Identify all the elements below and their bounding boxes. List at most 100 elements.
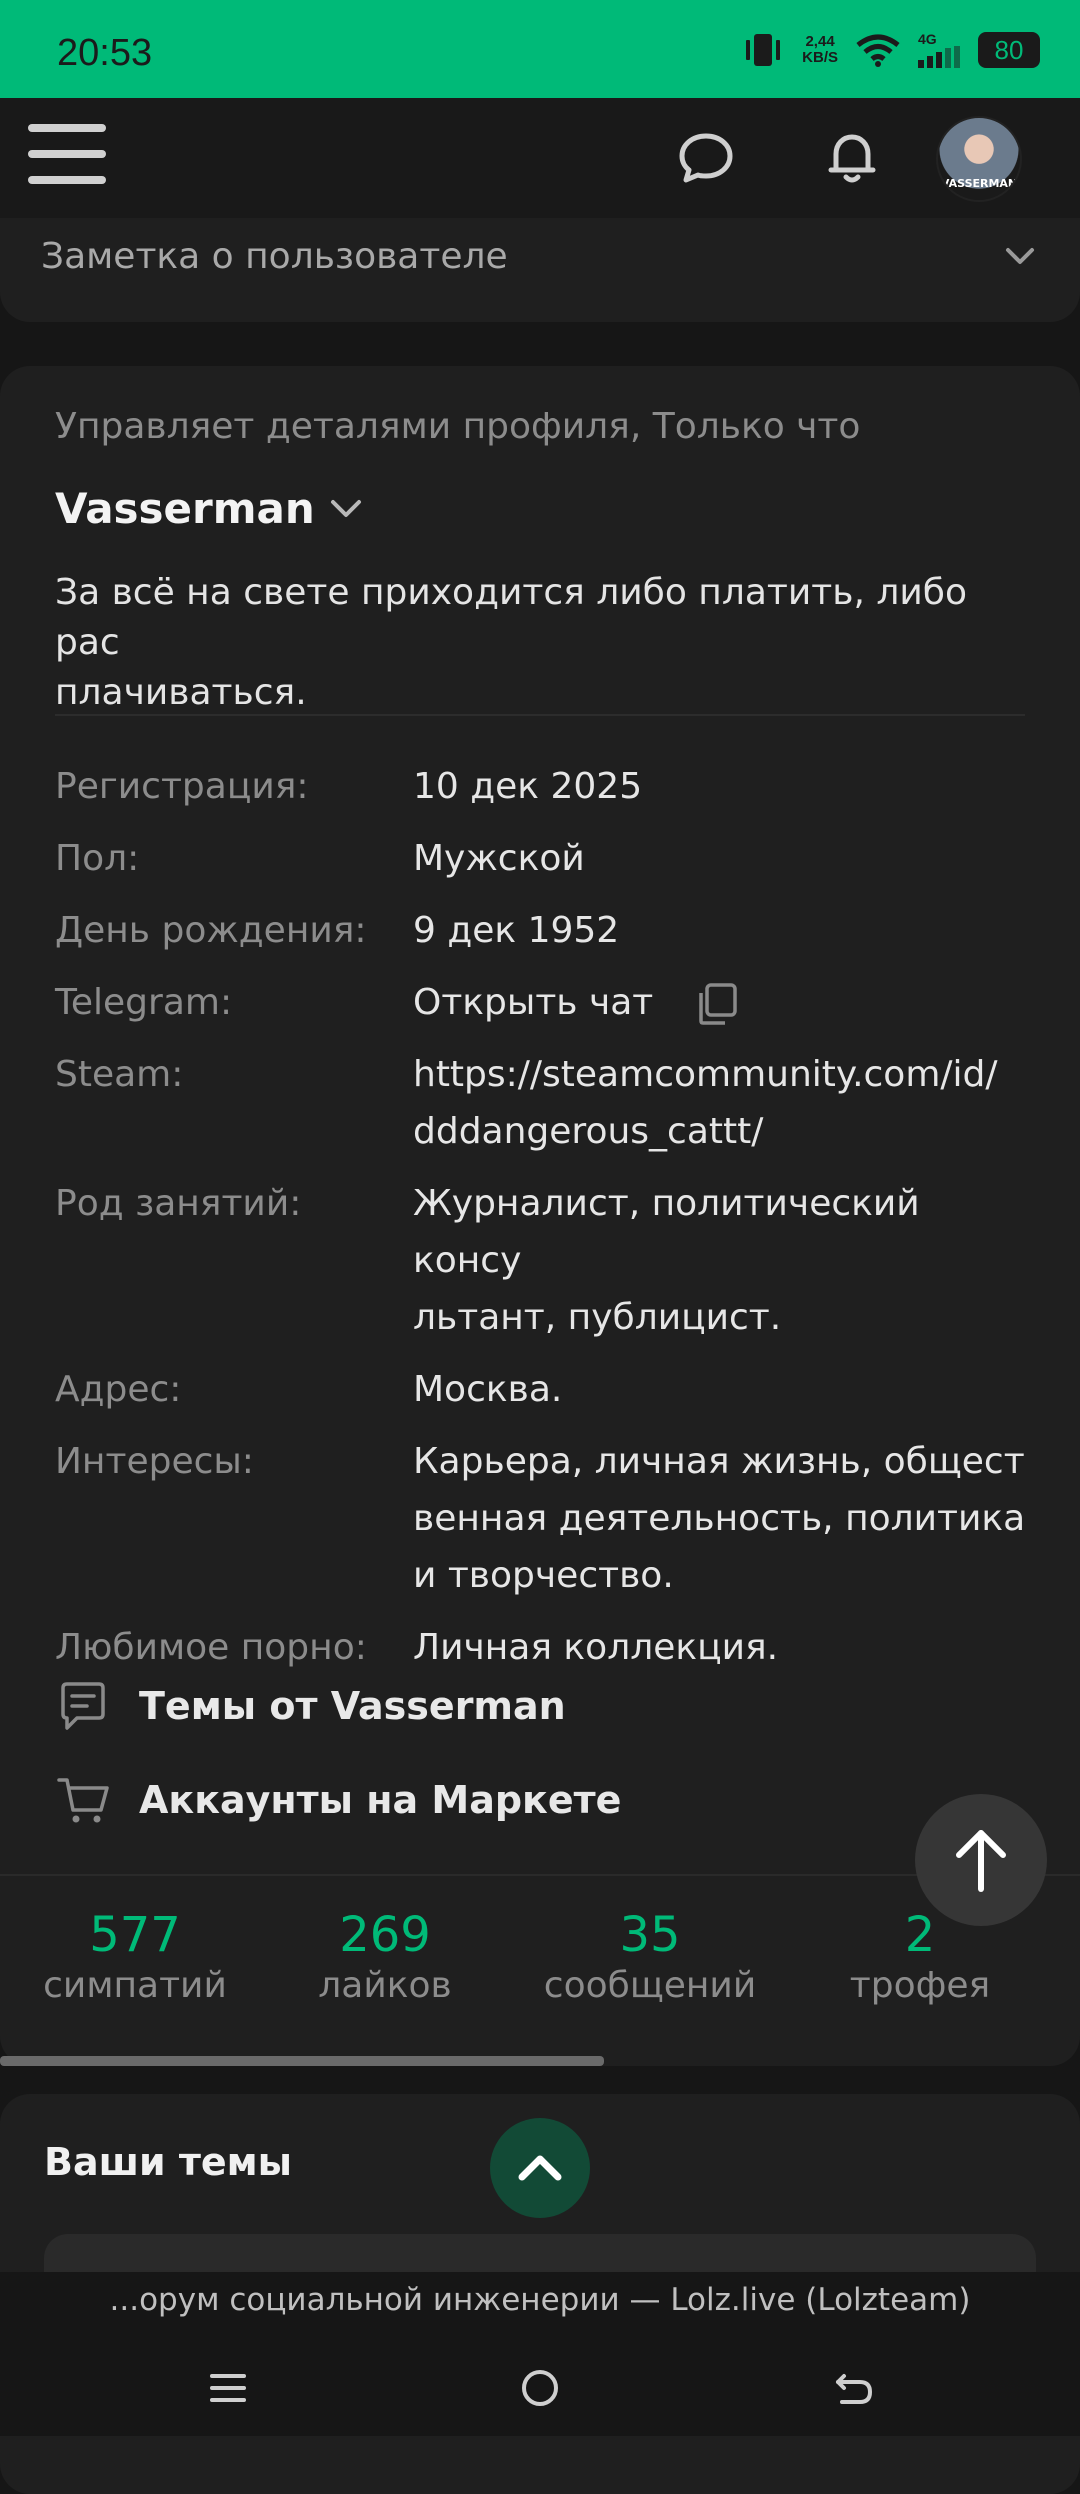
username-dropdown[interactable]: Vasserman bbox=[55, 484, 363, 533]
bottom-system-area: ...орум социальной инженерии — Lolz.live… bbox=[0, 2272, 1080, 2436]
stat-label: сообщений bbox=[543, 1965, 757, 2006]
divider bbox=[55, 714, 1025, 716]
recent-apps-button[interactable] bbox=[198, 2358, 258, 2418]
signal-type: 4G bbox=[918, 31, 937, 47]
collapse-button[interactable] bbox=[490, 2118, 590, 2218]
user-note-card[interactable]: Заметка о пользователе bbox=[0, 218, 1080, 322]
scrollbar-thumb[interactable] bbox=[0, 2056, 604, 2066]
avatar[interactable]: VASSERMAN bbox=[936, 116, 1022, 202]
menu-lines-icon bbox=[210, 2374, 246, 2402]
status-icons: 2,44 KB/S 4G 80 bbox=[742, 32, 1040, 68]
field-label: Интересы: bbox=[55, 1441, 254, 1482]
status-line: За всё на свете приходится либо платить,… bbox=[55, 572, 967, 663]
home-circle-icon bbox=[522, 2370, 558, 2406]
field-value-line: Журналист, политический консу bbox=[413, 1183, 920, 1281]
menu-icon[interactable] bbox=[28, 124, 106, 190]
stats-row: 577 симпатий 269 лайков 35 сообщений 2 т… bbox=[0, 1906, 1080, 2006]
wifi-icon bbox=[856, 34, 900, 67]
field-label: Telegram: bbox=[55, 982, 233, 1023]
field-value-line: https://steamcommunity.com/id/ bbox=[413, 1054, 998, 1095]
field-label: Любимое порно: bbox=[55, 1627, 367, 1668]
stat-messages[interactable]: 35 сообщений bbox=[530, 1906, 770, 2008]
field-label: Пол: bbox=[55, 838, 140, 879]
chevron-down-icon bbox=[330, 499, 361, 517]
info-row-birthday: День рождения: 9 дек 1952 bbox=[55, 902, 1035, 959]
message-lines-icon bbox=[61, 1682, 105, 1730]
chevron-up-icon bbox=[518, 2155, 562, 2181]
arrow-up-icon bbox=[956, 1830, 1006, 1892]
net-speed-unit: KB/S bbox=[802, 49, 838, 66]
copy-icon[interactable] bbox=[693, 981, 739, 1027]
stat-label: лайков bbox=[318, 1965, 452, 2006]
link-label: Темы от Vasserman bbox=[139, 1684, 566, 1728]
info-row-telegram: Telegram: Открыть чат bbox=[55, 974, 1035, 1031]
profile-card: Управляет деталями профиля, Только что V… bbox=[0, 366, 1080, 2066]
field-value: Журналист, политический консу льтант, пу… bbox=[413, 1175, 1035, 1346]
field-value: 9 дек 1952 bbox=[413, 910, 620, 951]
field-value-line: венная деятельность, политика bbox=[413, 1498, 1026, 1539]
profile-status: За всё на свете приходится либо платить,… bbox=[55, 568, 1035, 718]
field-label: Адрес: bbox=[55, 1369, 182, 1410]
stat-number: 35 bbox=[619, 1907, 681, 1963]
field-value-line: и творчество. bbox=[413, 1555, 674, 1596]
system-navbar bbox=[0, 2332, 1080, 2436]
bell-icon[interactable] bbox=[816, 122, 888, 194]
status-time: 20:53 bbox=[57, 32, 153, 74]
status-line: плачиваться. bbox=[55, 672, 307, 713]
field-value-line: Карьера, личная жизнь, общест bbox=[413, 1441, 1025, 1482]
info-row-interests: Интересы: Карьера, личная жизнь, общест … bbox=[55, 1433, 1035, 1604]
stats-scrollbar[interactable] bbox=[0, 2056, 1080, 2066]
net-speed-value: 2,44 bbox=[805, 33, 835, 50]
status-bar: 20:53 2,44 KB/S 4G 80 bbox=[0, 0, 1080, 98]
page-title-bar[interactable]: ...орум социальной инженерии — Lolz.live… bbox=[0, 2282, 1080, 2318]
stat-likes[interactable]: 269 лайков bbox=[290, 1906, 480, 2008]
back-arrow-icon bbox=[836, 2374, 873, 2404]
avatar-label: VASSERMAN bbox=[940, 177, 1018, 190]
link-label: Аккаунты на Маркете bbox=[139, 1778, 622, 1822]
telegram-open-chat-link[interactable]: Открыть чат bbox=[413, 982, 653, 1023]
profile-info-list: Регистрация: 10 дек 2025 Пол: Мужской Де… bbox=[55, 758, 1035, 1691]
market-accounts-link[interactable]: Аккаунты на Маркете bbox=[55, 1770, 621, 1830]
cell-signal: 4G bbox=[918, 32, 960, 68]
home-button[interactable] bbox=[510, 2358, 570, 2418]
field-value: Личная коллекция. bbox=[413, 1627, 779, 1668]
battery-indicator: 80 bbox=[978, 32, 1040, 68]
stat-number: 269 bbox=[339, 1907, 431, 1963]
field-value: Мужской bbox=[413, 838, 585, 879]
steam-link[interactable]: https://steamcommunity.com/id/ dddangero… bbox=[413, 1046, 1035, 1160]
stat-label: симпатий bbox=[43, 1965, 227, 2006]
user-note-title: Заметка о пользователе bbox=[41, 236, 508, 277]
scroll-to-top-button[interactable] bbox=[915, 1794, 1047, 1926]
field-value: 10 дек 2025 bbox=[413, 766, 643, 807]
field-label: Регистрация: bbox=[55, 766, 309, 807]
net-speed: 2,44 KB/S bbox=[802, 34, 838, 66]
stat-label: трофея bbox=[849, 1965, 991, 2006]
info-row-steam: Steam: https://steamcommunity.com/id/ dd… bbox=[55, 1046, 1035, 1160]
field-value-line: dddangerous_cattt/ bbox=[413, 1111, 764, 1152]
field-label: Steam: bbox=[55, 1054, 184, 1095]
vibrate-icon bbox=[746, 34, 781, 66]
field-value: Москва. bbox=[413, 1369, 563, 1410]
profile-links: Темы от Vasserman Аккаунты на Маркете bbox=[55, 1676, 621, 1864]
info-row-registration: Регистрация: 10 дек 2025 bbox=[55, 758, 1035, 815]
your-threads-title: Ваши темы bbox=[44, 2140, 293, 2184]
signal-icon bbox=[918, 46, 960, 68]
info-row-favorite: Любимое порно: Личная коллекция. bbox=[55, 1619, 1035, 1676]
info-row-occupation: Род занятий: Журналист, политический кон… bbox=[55, 1175, 1035, 1346]
stat-number: 577 bbox=[89, 1907, 181, 1963]
info-row-address: Адрес: Москва. bbox=[55, 1361, 1035, 1418]
user-threads-link[interactable]: Темы от Vasserman bbox=[55, 1676, 621, 1736]
chat-icon[interactable] bbox=[670, 122, 742, 194]
last-activity: Управляет деталями профиля, Только что bbox=[55, 406, 861, 447]
username: Vasserman bbox=[55, 484, 315, 533]
info-row-gender: Пол: Мужской bbox=[55, 830, 1035, 887]
field-value-line: льтант, публицист. bbox=[413, 1297, 782, 1338]
field-value: Карьера, личная жизнь, общест венная дея… bbox=[413, 1433, 1035, 1604]
chevron-down-icon[interactable] bbox=[1004, 246, 1036, 266]
cart-icon bbox=[57, 1778, 109, 1823]
back-button[interactable] bbox=[824, 2358, 884, 2418]
field-label: Род занятий: bbox=[55, 1183, 302, 1224]
field-label: День рождения: bbox=[55, 910, 367, 951]
stat-sympathies[interactable]: 577 симпатий bbox=[30, 1906, 240, 2008]
app-bar: VASSERMAN bbox=[0, 98, 1080, 218]
